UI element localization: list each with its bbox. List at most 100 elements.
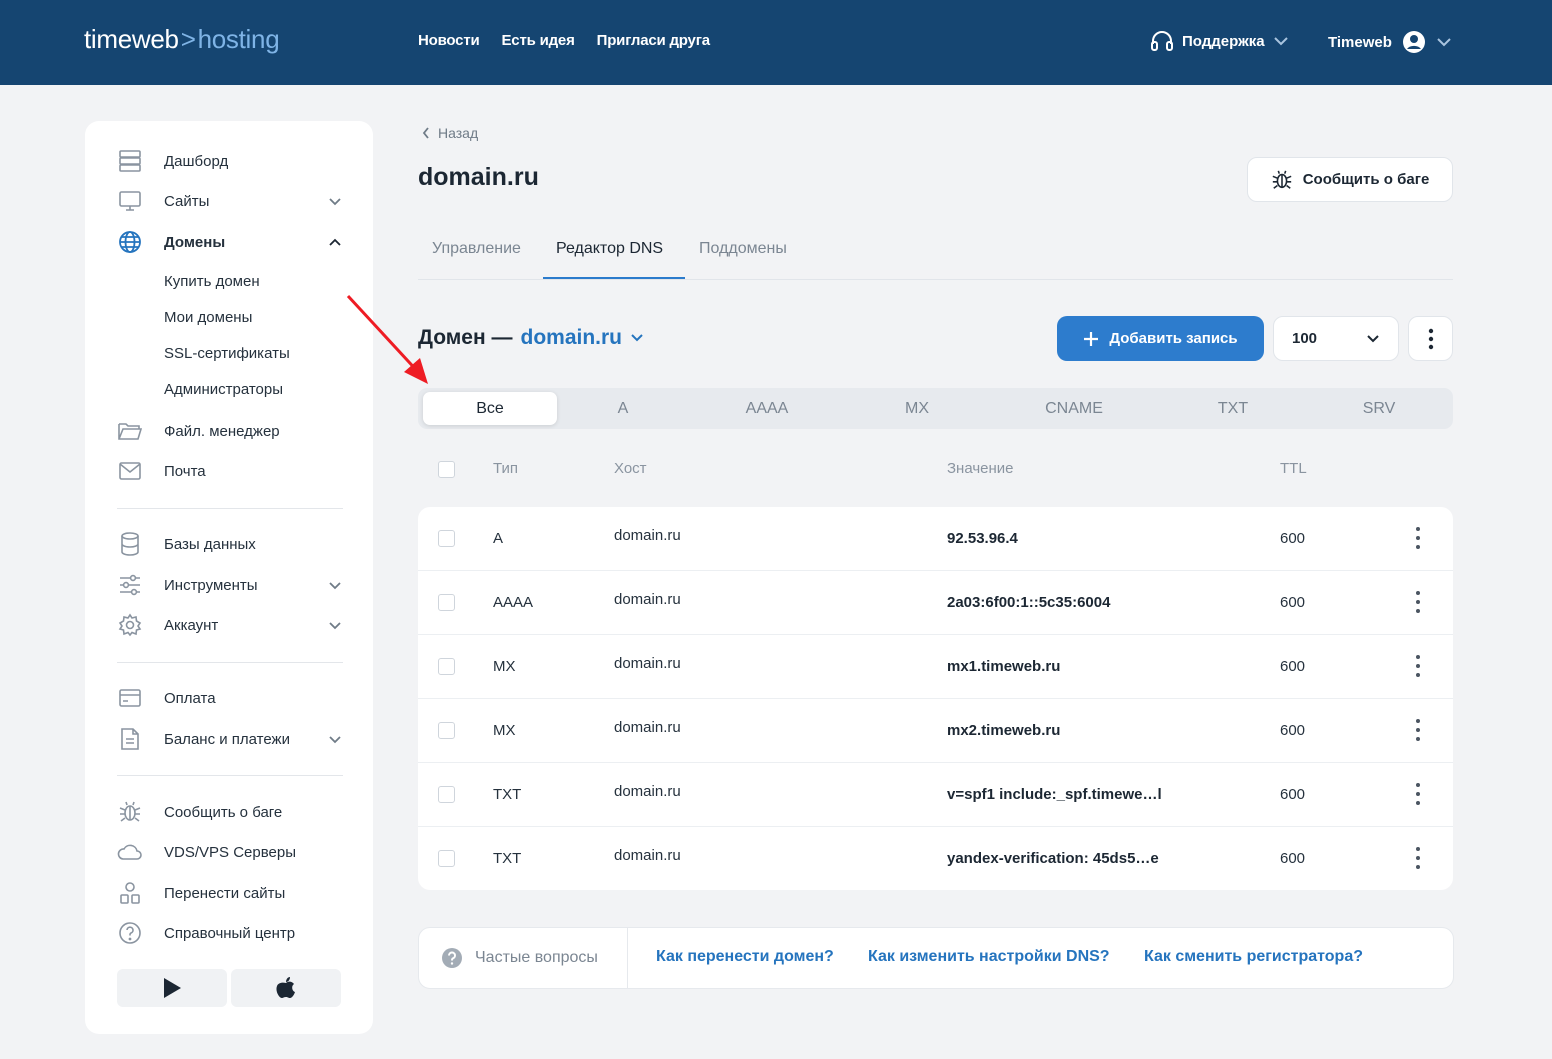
row-checkbox[interactable] [438, 530, 455, 547]
report-bug-button[interactable]: Сообщить о баге [1247, 157, 1453, 202]
sidebar-item-label: Сайты [164, 192, 210, 210]
sidebar-item-file-manager[interactable]: Файл. менеджер [117, 417, 343, 445]
support-menu[interactable]: Поддержка [1150, 30, 1289, 52]
record-value: mx1.timeweb.ru [947, 658, 1061, 675]
back-link[interactable]: Назад [422, 125, 478, 141]
card-icon [117, 685, 143, 711]
row-checkbox[interactable] [438, 658, 455, 675]
google-play-button[interactable] [117, 969, 227, 1007]
column-host[interactable]: Хост [614, 460, 647, 477]
filter-all[interactable]: Все [423, 392, 557, 425]
sidebar: Дашборд Сайты Домены Купить домен Мои до… [85, 121, 373, 1034]
sidebar-item-dashboard[interactable]: Дашборд [117, 147, 343, 175]
record-host: domain.ru [614, 719, 681, 736]
logo[interactable]: timeweb>hosting [84, 24, 280, 55]
sidebar-item-transfer[interactable]: Перенести сайты [117, 879, 343, 907]
server-icon [117, 148, 143, 174]
tab-management[interactable]: Управление [432, 240, 521, 276]
sidebar-item-report-bug[interactable]: Сообщить о баге [117, 798, 343, 826]
sidebar-item-databases[interactable]: Базы данных [117, 530, 343, 558]
faq-link-transfer-domain[interactable]: Как перенести домен? [656, 948, 834, 966]
back-label: Назад [438, 125, 479, 141]
account-menu[interactable]: Timeweb [1328, 30, 1452, 54]
sidebar-subitem-ssl[interactable]: SSL-сертификаты [164, 345, 290, 362]
faq-link-dns-settings[interactable]: Как изменить настройки DNS? [868, 948, 1110, 966]
record-value: v=spf1 include:_spf.timewe…l [947, 786, 1162, 803]
plus-icon [1084, 331, 1099, 346]
tab-dns-editor[interactable]: Редактор DNS [556, 240, 663, 276]
record-type: MX [493, 722, 516, 739]
record-value: yandex-verification: 45ds5…e [947, 850, 1159, 867]
more-options-button[interactable] [1408, 316, 1453, 361]
filter-txt[interactable]: TXT [1178, 388, 1288, 429]
faq-link-change-registrar[interactable]: Как сменить регистратора? [1144, 948, 1363, 966]
sidebar-item-domains[interactable]: Домены [117, 228, 343, 256]
app-store-button[interactable] [231, 969, 341, 1007]
sidebar-item-label: Базы данных [164, 535, 256, 553]
globe-icon [117, 229, 143, 255]
document-icon [117, 726, 143, 752]
help-icon [117, 920, 143, 946]
sidebar-item-help[interactable]: Справочный центр [117, 919, 343, 947]
sidebar-item-account[interactable]: Аккаунт [117, 611, 343, 639]
row-checkbox[interactable] [438, 722, 455, 739]
column-value[interactable]: Значение [947, 460, 1014, 477]
gear-icon [117, 612, 143, 638]
row-menu-button[interactable] [1414, 783, 1422, 805]
row-menu-button[interactable] [1414, 719, 1422, 741]
add-record-button[interactable]: Добавить запись [1057, 316, 1264, 361]
filter-mx[interactable]: MX [862, 388, 972, 429]
sidebar-item-label: Инструменты [164, 576, 258, 594]
row-menu-button[interactable] [1414, 591, 1422, 613]
record-ttl: 600 [1280, 786, 1306, 803]
sidebar-item-payment[interactable]: Оплата [117, 684, 343, 712]
nav-idea[interactable]: Есть идея [502, 32, 575, 49]
sidebar-item-label: Домены [164, 233, 226, 251]
row-checkbox[interactable] [438, 594, 455, 611]
record-host: domain.ru [614, 591, 681, 608]
column-ttl[interactable]: TTL [1280, 460, 1307, 477]
filter-cname[interactable]: CNAME [1019, 388, 1129, 429]
domain-heading: Домен — domain.ru [418, 326, 644, 350]
chevron-down-icon[interactable] [630, 333, 644, 343]
sidebar-item-balance[interactable]: Баланс и платежи [117, 725, 343, 753]
mail-icon [117, 458, 143, 484]
per-page-select[interactable]: 100 [1273, 316, 1399, 361]
active-tab-indicator [543, 277, 685, 279]
select-all-checkbox[interactable] [438, 461, 455, 478]
sidebar-subitem-my-domains[interactable]: Мои домены [164, 309, 252, 326]
record-host: domain.ru [614, 527, 681, 544]
table-header: Тип Хост Значение TTL [418, 460, 1453, 480]
sidebar-subitem-buy-domain[interactable]: Купить домен [164, 273, 260, 290]
nav-invite[interactable]: Пригласи друга [597, 32, 710, 49]
database-icon [117, 531, 143, 557]
sidebar-item-tools[interactable]: Инструменты [117, 571, 343, 599]
domain-selector[interactable]: domain.ru [521, 326, 623, 350]
nav-news[interactable]: Новости [418, 32, 480, 49]
record-ttl: 600 [1280, 850, 1306, 867]
sidebar-item-sites[interactable]: Сайты [117, 187, 343, 215]
filter-aaaa[interactable]: AAAA [712, 388, 822, 429]
chevron-down-icon [1273, 37, 1288, 46]
sidebar-divider [117, 508, 343, 509]
column-type[interactable]: Тип [493, 460, 518, 477]
sidebar-item-label: Справочный центр [164, 924, 296, 942]
faq-divider [627, 928, 628, 988]
row-menu-button[interactable] [1414, 847, 1422, 869]
row-menu-button[interactable] [1414, 527, 1422, 549]
filter-a[interactable]: A [568, 388, 678, 429]
row-checkbox[interactable] [438, 850, 455, 867]
row-checkbox[interactable] [438, 786, 455, 803]
filter-srv[interactable]: SRV [1324, 388, 1434, 429]
chevron-down-icon [1367, 334, 1379, 342]
bug-icon [117, 799, 143, 825]
chevron-down-icon [329, 582, 341, 590]
table-row: AAAA domain.ru 2a03:6f00:1::5c35:6004 60… [418, 571, 1453, 635]
sidebar-item-vds[interactable]: VDS/VPS Серверы [117, 838, 343, 866]
folder-icon [117, 418, 143, 444]
row-menu-button[interactable] [1414, 655, 1422, 677]
sidebar-item-mail[interactable]: Почта [117, 457, 343, 485]
transfer-icon [117, 880, 143, 906]
sidebar-subitem-admins[interactable]: Администраторы [164, 381, 283, 398]
tab-subdomains[interactable]: Поддомены [699, 240, 787, 276]
